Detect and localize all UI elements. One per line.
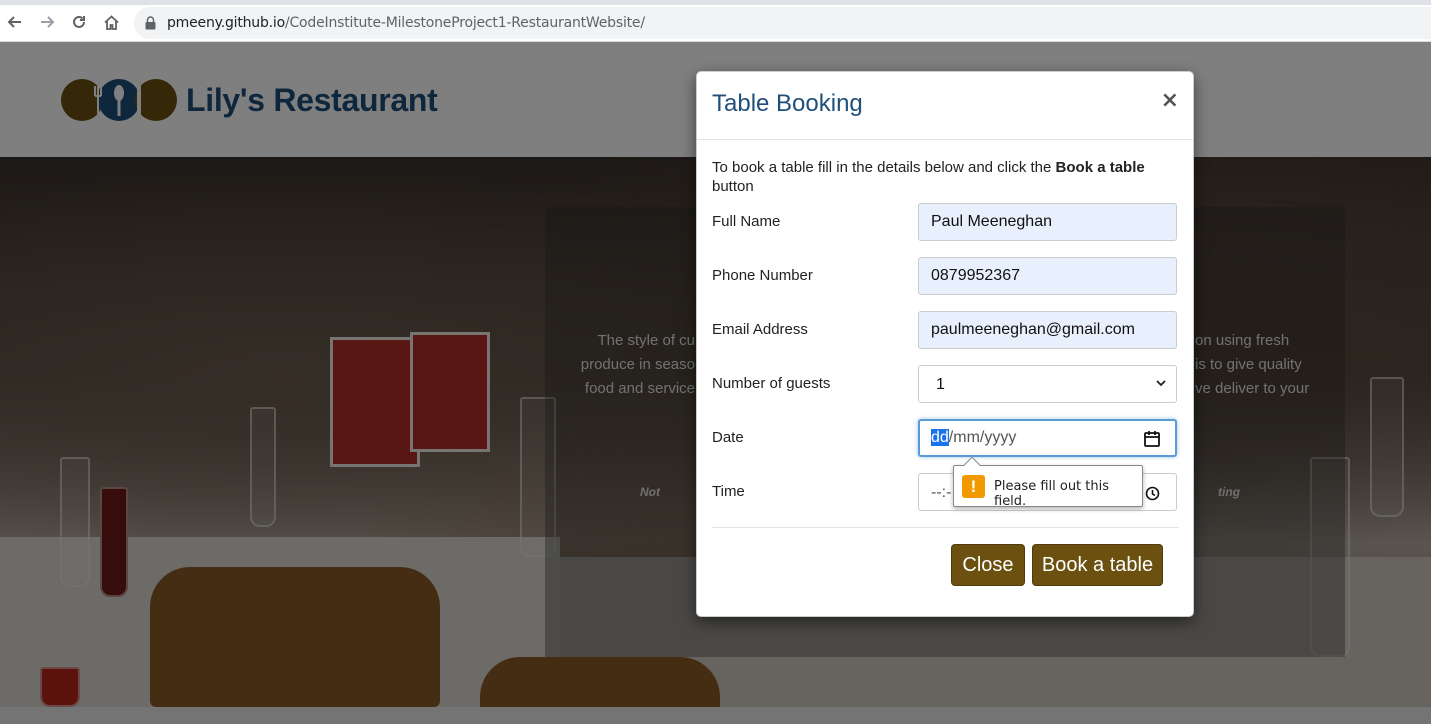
date-rest-segment: /mm/yyyy [948,429,1017,446]
intro-prefix: To book a table fill in the details belo… [712,159,1056,176]
back-arrow-icon[interactable] [4,11,26,33]
full-name-row: Full Name [712,203,1178,241]
full-name-label: Full Name [712,213,781,230]
validation-tooltip: ! Please fill out this field. [953,456,1143,509]
clock-icon[interactable] [1145,486,1160,501]
date-selected-segment: dd [931,429,949,446]
guests-selected-value: 1 [936,376,945,393]
phone-label: Phone Number [712,267,813,284]
close-icon[interactable]: × [1161,88,1179,113]
date-input[interactable]: dd/mm/yyyy [918,419,1177,457]
full-name-input[interactable] [918,203,1177,241]
calendar-icon[interactable] [1143,430,1161,448]
close-button[interactable]: Close [951,544,1025,586]
forward-arrow-icon[interactable] [36,11,58,33]
url-text: pmeeny.github.io/CodeInstitute-Milestone… [167,15,645,31]
url-host: pmeeny.github.io [167,15,285,31]
date-value: dd/mm/yyyy [931,429,1016,447]
date-row: Date dd/mm/yyyy [712,419,1178,457]
modal-title: Table Booking [712,90,863,117]
url-path: /CodeInstitute-MilestoneProject1-Restaur… [284,15,645,31]
time-label: Time [712,483,745,500]
guests-select[interactable]: 1 [918,365,1177,403]
phone-input[interactable] [918,257,1177,295]
time-value: --:- [931,484,952,501]
tab-strip [0,0,1431,5]
date-label: Date [712,429,744,446]
validation-message: Please fill out this field. [994,479,1110,509]
email-row: Email Address [712,311,1178,349]
guests-row: Number of guests 1 [712,365,1178,403]
modal-intro: To book a table fill in the details belo… [712,158,1182,196]
guests-label: Number of guests [712,375,831,392]
email-input[interactable] [918,311,1177,349]
chevron-down-icon [1156,380,1166,387]
table-booking-modal: Table Booking × To book a table fill in … [696,71,1194,617]
modal-header-divider [697,139,1193,140]
modal-footer-divider [712,527,1179,528]
lock-icon[interactable] [145,16,156,30]
intro-bold: Book a table [1055,159,1145,176]
phone-row: Phone Number [712,257,1178,295]
reload-icon[interactable] [68,11,90,33]
book-a-table-button[interactable]: Book a table [1032,544,1163,586]
warning-icon: ! [962,475,985,498]
address-bar[interactable]: pmeeny.github.io/CodeInstitute-Milestone… [134,7,1431,39]
email-label: Email Address [712,321,808,338]
home-icon[interactable] [100,11,122,33]
intro-suffix: button [712,178,754,195]
browser-toolbar: pmeeny.github.io/CodeInstitute-Milestone… [0,0,1431,42]
